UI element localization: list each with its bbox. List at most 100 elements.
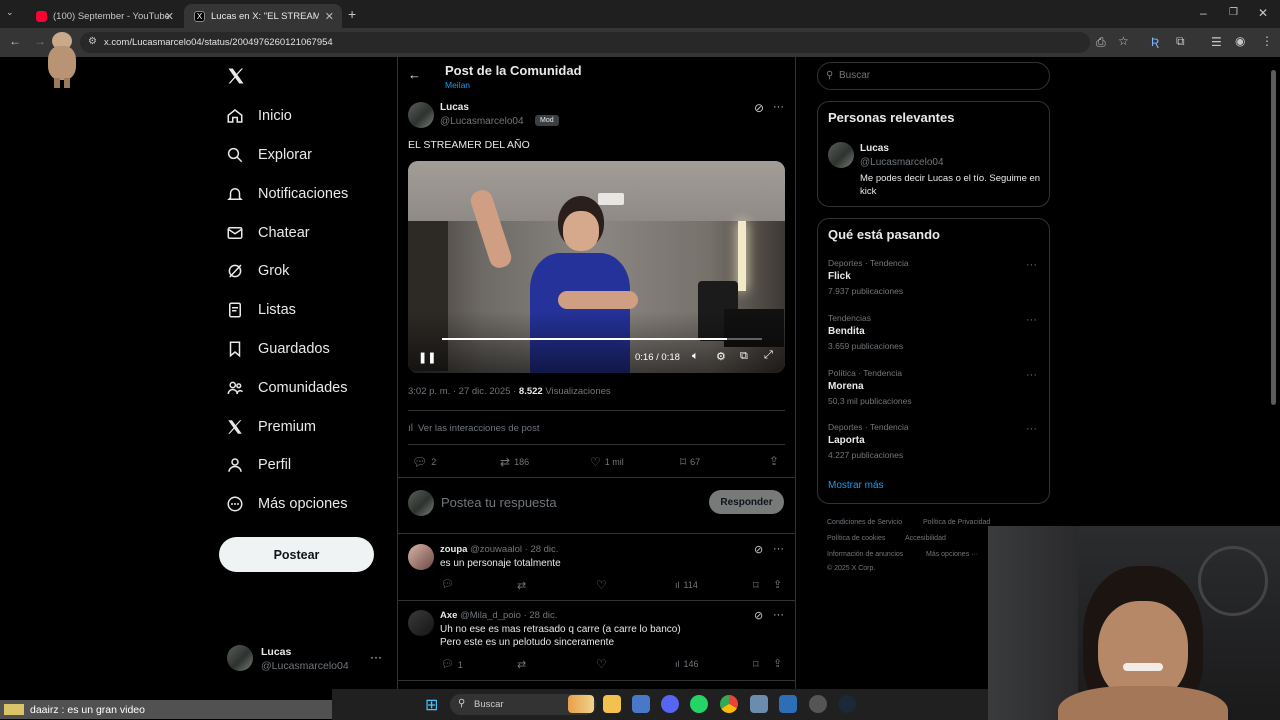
reply-author-name[interactable]: zoupa <box>440 544 467 555</box>
grok-icon[interactable]: ⊘ <box>754 101 764 115</box>
file-explorer-icon[interactable] <box>603 695 621 713</box>
taskbar-search-input[interactable]: Buscar <box>474 699 504 710</box>
trend-more-icon[interactable]: ··· <box>1026 369 1037 381</box>
sidebar-item-notificaciones[interactable]: Notificaciones <box>225 179 348 209</box>
taskbar-app-icon[interactable] <box>750 695 768 713</box>
steam-icon[interactable] <box>838 695 856 713</box>
sidebar-item-grok[interactable]: Grok <box>225 256 289 286</box>
account-more-icon[interactable]: ··· <box>370 650 382 664</box>
back-arrow-icon[interactable]: ← <box>408 67 421 82</box>
fullscreen-icon[interactable]: ⤢ <box>764 349 773 362</box>
reply-more-icon[interactable]: ··· <box>773 543 784 555</box>
trend-more-icon[interactable]: ··· <box>1026 259 1037 271</box>
repost-icon[interactable]: ⇄ <box>517 658 526 671</box>
post-more-icon[interactable]: ··· <box>773 101 784 113</box>
extensions-icon[interactable]: ⧉ <box>1176 34 1185 49</box>
pause-icon[interactable]: ❚❚ <box>418 351 436 364</box>
volume-icon[interactable]: 🔈︎ <box>692 350 699 363</box>
sidebar-item-más-opciones[interactable]: Más opciones <box>225 489 347 519</box>
repost-icon[interactable]: ⇄ <box>517 579 526 592</box>
post-author-handle[interactable]: @Lucasmarcelo04 <box>440 116 524 127</box>
trend-name[interactable]: Laporta <box>828 435 865 446</box>
taskbar-app-icon[interactable] <box>632 695 650 713</box>
store-icon[interactable] <box>779 695 797 713</box>
like-button[interactable]: ♡ 1 mil <box>590 455 624 469</box>
sidebar-item-listas[interactable]: Listas <box>225 295 296 325</box>
view-interactions-link[interactable]: ıl Ver las interacciones de post <box>408 423 539 434</box>
views-button[interactable]: ıl 146 <box>675 659 699 669</box>
reply-button[interactable]: 💬︎ 2 <box>412 455 436 469</box>
community-link[interactable]: Meilan <box>445 80 470 90</box>
reply-submit-button[interactable]: Responder <box>709 490 784 514</box>
sidebar-item-guardados[interactable]: Guardados <box>225 334 330 364</box>
avatar[interactable] <box>227 645 253 671</box>
discord-icon[interactable] <box>661 695 679 713</box>
footer-cookies[interactable]: Política de cookies <box>827 535 885 542</box>
reply-button[interactable]: 💬︎ 1 <box>441 659 463 670</box>
tab-youtube[interactable]: (100) September - YouTube ✕ <box>26 4 182 28</box>
bookmark-button[interactable]: ⌑ 67 <box>680 455 700 469</box>
avatar[interactable] <box>828 142 854 168</box>
bookmark-icon[interactable]: ⌑ <box>753 658 759 671</box>
avatar[interactable] <box>408 544 434 570</box>
scrollbar-thumb[interactable] <box>1271 70 1276 405</box>
relevant-handle[interactable]: @Lucasmarcelo04 <box>860 157 944 168</box>
search-input[interactable]: Buscar <box>839 70 870 81</box>
video-progress-track[interactable] <box>442 338 762 340</box>
post-button[interactable]: Postear <box>219 537 374 572</box>
heart-icon[interactable]: ♡ <box>596 578 607 592</box>
trend-name[interactable]: Flick <box>828 271 851 282</box>
close-icon[interactable]: ✕ <box>165 10 174 23</box>
footer-ads[interactable]: Información de anuncios <box>827 551 903 558</box>
reply-icon[interactable]: 💬︎ <box>441 579 454 590</box>
share-icon[interactable]: ⇪ <box>773 578 782 591</box>
grok-icon[interactable]: ⊘ <box>754 543 763 556</box>
reply-input[interactable]: Postea tu respuesta <box>441 495 557 510</box>
grok-icon[interactable]: ⊘ <box>754 609 763 622</box>
star-icon[interactable]: ☆ <box>1118 34 1129 48</box>
trend-more-icon[interactable]: ··· <box>1026 314 1037 326</box>
whatsapp-icon[interactable] <box>690 695 708 713</box>
post-video[interactable]: ❚❚ 0:16 / 0:18 🔈︎ ⚙ ⧉ ⤢ <box>408 161 785 373</box>
profile-icon[interactable]: ◉ <box>1235 34 1245 48</box>
close-icon[interactable]: ✕ <box>325 10 334 23</box>
post-author-avatar[interactable] <box>408 102 434 128</box>
footer-more[interactable]: Más opciones ··· <box>926 551 978 558</box>
relevant-name[interactable]: Lucas <box>860 143 889 154</box>
avatar[interactable] <box>408 610 434 636</box>
reply-more-icon[interactable]: ··· <box>773 609 784 621</box>
bookmark-icon[interactable]: ⌑ <box>753 579 759 592</box>
heart-icon[interactable]: ♡ <box>596 657 607 671</box>
back-icon[interactable]: ← <box>9 34 21 48</box>
minimize-icon[interactable]: – <box>1200 6 1207 20</box>
reply-date[interactable]: · 28 dic. <box>525 544 559 555</box>
footer-privacy[interactable]: Política de Privacidad <box>923 519 990 526</box>
sidebar-item-inicio[interactable]: Inicio <box>225 101 292 131</box>
tab-x-post[interactable]: X Lucas en X: "EL STREAMER ✕ <box>184 4 342 28</box>
sidebar-item-perfil[interactable]: Perfil <box>225 450 291 480</box>
new-tab-icon[interactable]: + <box>348 6 356 22</box>
reply-author-handle[interactable]: @zouwaalol <box>470 544 522 555</box>
sidebar-item-premium[interactable]: Premium <box>225 412 316 442</box>
sidebar-item-comunidades[interactable]: Comunidades <box>225 373 347 403</box>
share-icon[interactable]: ⇪ <box>769 454 779 468</box>
site-info-icon[interactable]: ⚙ <box>88 36 97 47</box>
trend-more-icon[interactable]: ··· <box>1026 423 1037 435</box>
views-button[interactable]: ıl 114 <box>675 580 698 590</box>
chrome-icon[interactable] <box>720 695 738 713</box>
translate-icon[interactable]: Ʀ <box>1151 35 1159 49</box>
reply-author-handle[interactable]: @Mila_d_poio <box>460 610 521 621</box>
post-author-name[interactable]: Lucas <box>440 102 469 113</box>
maximize-icon[interactable]: ❐ <box>1229 7 1238 18</box>
footer-accessibility[interactable]: Accesibilidad <box>905 535 946 542</box>
url-text[interactable]: x.com/Lucasmarcelo04/status/200497626012… <box>104 37 333 48</box>
media-icon[interactable]: ☰ <box>1211 35 1222 49</box>
settings-icon[interactable]: ⚙ <box>716 350 726 363</box>
sidebar-item-chatear[interactable]: Chatear <box>225 218 310 248</box>
repost-button[interactable]: ⇄ 186 <box>500 455 529 469</box>
tab-search-icon[interactable]: ⌄ <box>6 7 14 18</box>
footer-terms[interactable]: Condiciones de Servicio <box>827 519 902 526</box>
show-more-link[interactable]: Mostrar más <box>828 480 884 491</box>
obs-icon[interactable] <box>809 695 827 713</box>
x-logo-icon[interactable] <box>226 66 246 86</box>
